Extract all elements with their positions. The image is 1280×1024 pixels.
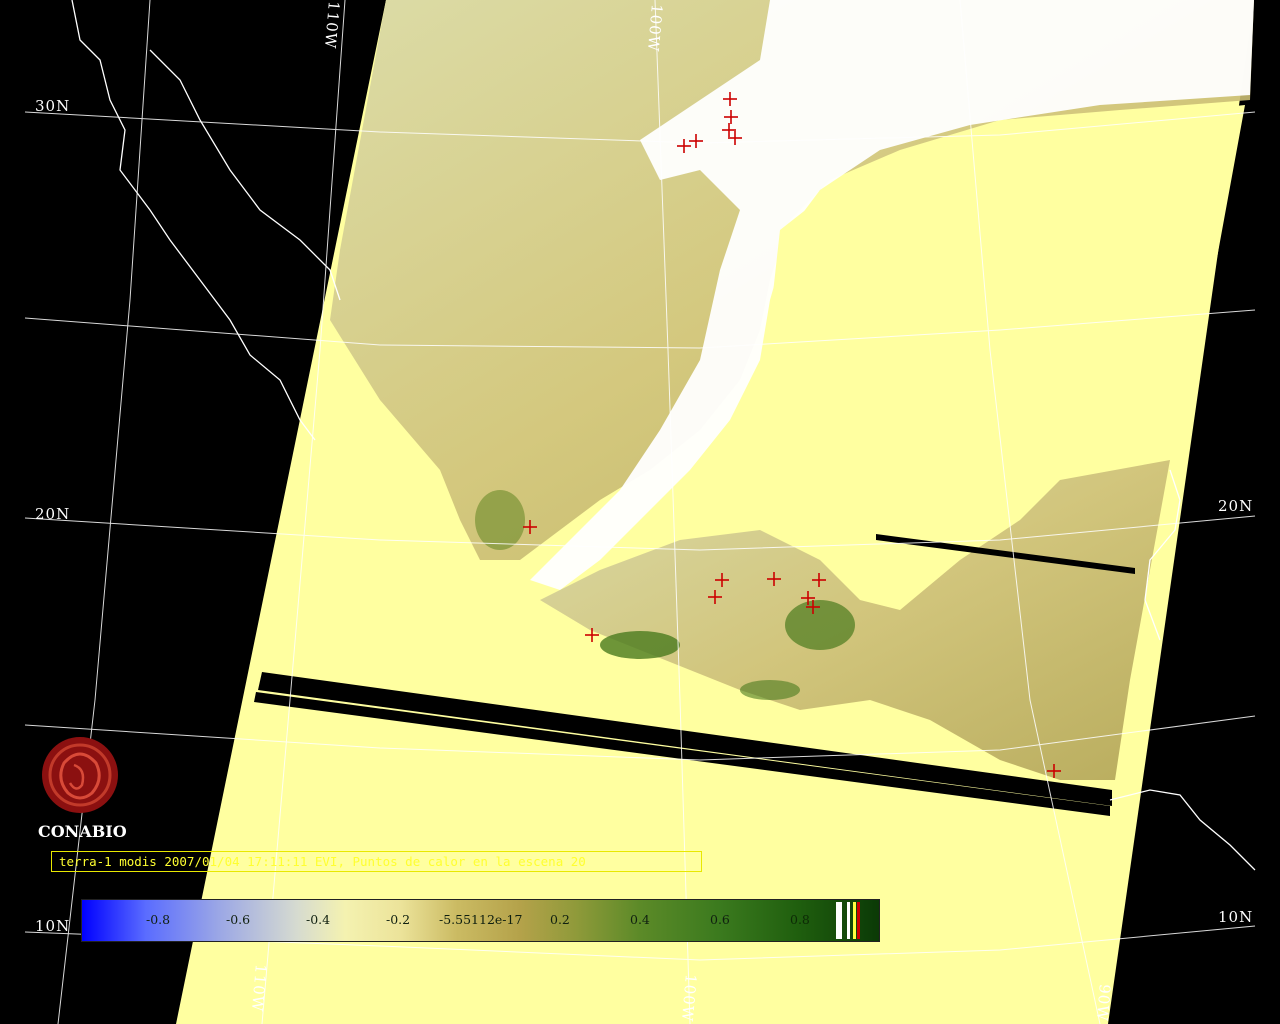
colorbar-tick: -5.55112e-17 (439, 912, 523, 927)
colorbar-tick: -0.2 (386, 912, 411, 927)
colorbar-tick: -0.4 (306, 912, 331, 927)
colorbar-yellow-stripe (853, 902, 856, 939)
colorbar-white-stripe (836, 902, 842, 939)
colorbar-red-stripe (857, 902, 860, 939)
conabio-logo-icon (42, 737, 118, 813)
lon-label-90w-bottom: 90W (1092, 983, 1114, 1023)
conabio-logo-text: CONABIO (38, 822, 127, 841)
colorbar-tick: 0.2 (550, 912, 570, 927)
evi-colorbar: -0.8 -0.6 -0.4 -0.2 -5.55112e-17 0.2 0.4… (81, 899, 880, 942)
colorbar-white-stripe (847, 902, 850, 939)
baja-coastline (71, 0, 341, 441)
colorbar-tick: -0.8 (146, 912, 171, 927)
lat-label-10n-left: 10N (35, 917, 71, 935)
colorbar-tick: 0.8 (790, 912, 810, 927)
lat-label-20n-right: 20N (1218, 497, 1254, 515)
lat-label-30n-left: 30N (35, 97, 71, 115)
lat-label-10n-right: 10N (1218, 908, 1254, 926)
colorbar-tick: 0.4 (630, 912, 650, 927)
lat-label-20n-left: 20N (35, 505, 71, 523)
scene-caption: terra-1 modis 2007/01/04 17:11:11 EVI, P… (51, 851, 702, 872)
colorbar-tick: -0.6 (226, 912, 251, 927)
colorbar-tick: 0.6 (710, 912, 730, 927)
